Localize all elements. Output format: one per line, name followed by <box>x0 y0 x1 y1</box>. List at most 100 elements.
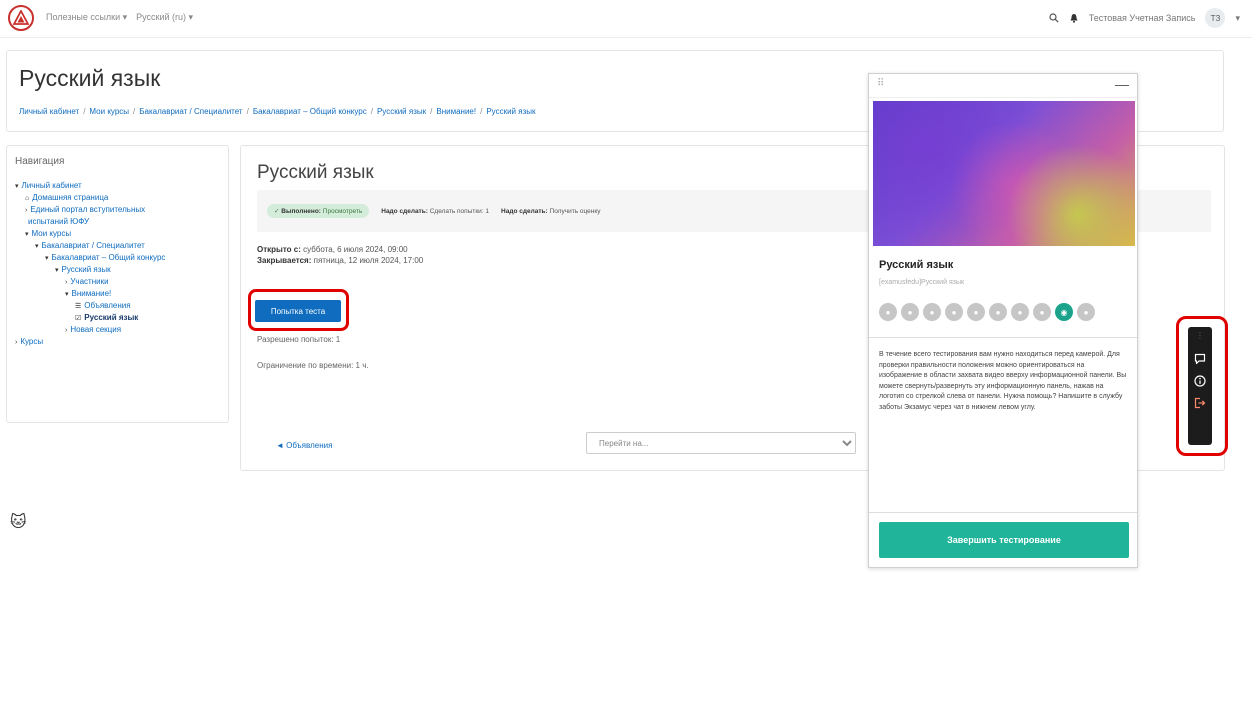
verification-steps: ● ● ● ● ● ● ● ● ◉ ● <box>879 303 1095 321</box>
nav-item[interactable]: › Новая секция <box>15 324 165 336</box>
nav-item-label: Внимание! <box>71 289 112 298</box>
previous-activity-link[interactable]: ◄ Объявления <box>276 441 332 450</box>
chevron-icon: ▾ <box>15 183 19 190</box>
nav-item[interactable]: › Курсы <box>15 336 165 348</box>
top-navbar: Полезные ссылки ▾ Русский (ru) ▾ Тестова… <box>0 0 1252 38</box>
closes-value: пятница, 12 июля 2024, 17:00 <box>313 256 424 265</box>
nav-item[interactable]: ▾ Русский язык <box>15 264 165 276</box>
breadcrumb-item[interactable]: Русский язык <box>377 107 426 116</box>
breadcrumb-separator: / <box>370 107 373 116</box>
time-limit: Ограничение по времени: 1 ч. <box>257 361 369 370</box>
completion-done-badge: ✓ Выполнено: Просмотреть <box>267 204 370 218</box>
opened-value: суббота, 6 июля 2024, 09:00 <box>303 245 408 254</box>
breadcrumb: Личный кабинет / Мои курсы / Бакалавриат / С… <box>19 107 535 116</box>
camera-preview <box>873 101 1135 246</box>
nav-item-label: Мои курсы <box>31 229 72 238</box>
nav-item-label: Личный кабинет <box>21 181 82 190</box>
chevron-icon: ▾ <box>25 231 29 238</box>
nav-item-label: Бакалавриат / Специалитет <box>41 241 145 250</box>
search-icon[interactable] <box>1049 13 1059 23</box>
nav-item[interactable]: ▾ Бакалавриат – Общий конкурс <box>15 252 165 264</box>
nav-item[interactable]: ▾ Личный кабинет <box>15 180 165 192</box>
chevron-icon: › <box>65 279 68 286</box>
breadcrumb-item[interactable]: Русский язык <box>486 107 535 116</box>
home-icon: ⌂ <box>25 195 30 202</box>
breadcrumb-item[interactable]: Бакалавриат / Специалитет <box>139 107 242 116</box>
breadcrumb-item[interactable]: Внимание! <box>436 107 476 116</box>
chat-icon[interactable] <box>1191 348 1209 370</box>
completion-todo-2-value: Получить оценку <box>549 207 601 215</box>
bell-icon[interactable] <box>1069 13 1079 23</box>
chevron-icon: ▾ <box>35 243 39 250</box>
proctoring-panel-header: ⠿ — <box>869 74 1137 98</box>
breadcrumb-separator: / <box>133 107 136 116</box>
proctoring-panel: ⠿ — Русский язык [examusfedu]Русский язы… <box>868 73 1138 568</box>
info-icon[interactable] <box>1191 370 1209 392</box>
breadcrumb-item[interactable]: Бакалавриат – Общий конкурс <box>253 107 367 116</box>
nav-item-label: Объявления <box>84 301 131 310</box>
drag-handle-icon[interactable]: ⠿ <box>877 78 884 89</box>
breadcrumb-item[interactable]: Мои курсы <box>89 107 129 116</box>
breadcrumb-separator: / <box>480 107 483 116</box>
navigation-title: Навигация <box>15 156 65 167</box>
chevron-icon: ▾ <box>65 291 69 298</box>
nav-item-label: Новая секция <box>70 325 122 334</box>
completion-todo-2: Надо сделать: Получить оценку <box>501 208 600 215</box>
logo-icon <box>13 10 29 25</box>
nav-item[interactable]: ⌂ Домашняя страница <box>15 192 165 204</box>
useful-links-label: Полезные ссылки <box>46 12 121 22</box>
exit-icon[interactable] <box>1191 392 1209 414</box>
verification-step-icon: ● <box>923 303 941 321</box>
chat-widget-icon[interactable]: 🐱 <box>10 512 27 532</box>
navigation-tree: ▾ Личный кабинет ⌂ Домашняя страница › Единый… <box>15 180 165 348</box>
nav-item[interactable]: › Единый портал вступительных <box>15 204 165 216</box>
attempts-allowed: Разрешено попыток: 1 <box>257 335 341 344</box>
breadcrumb-item[interactable]: Личный кабинет <box>19 107 79 116</box>
jump-to-select[interactable]: Перейти на... <box>586 432 856 454</box>
breadcrumb-separator: / <box>83 107 86 116</box>
attempt-quiz-button[interactable]: Попытка теста <box>255 300 341 322</box>
chevron-icon: › <box>15 339 18 346</box>
completion-done-label: Выполнено: <box>281 208 321 215</box>
site-logo[interactable] <box>8 5 34 31</box>
opened-label: Открыто с: <box>257 245 301 254</box>
useful-links-menu[interactable]: Полезные ссылки ▾ <box>46 12 127 23</box>
verification-step-icon: ● <box>1033 303 1051 321</box>
nav-item[interactable]: ☰ Объявления <box>15 300 165 312</box>
user-name[interactable]: Тестовая Учетная Запись <box>1089 13 1196 23</box>
completion-todo-1: Надо сделать: Сделать попытки: 1 <box>381 208 489 215</box>
page-title: Русский язык <box>19 65 161 91</box>
finish-testing-button[interactable]: Завершить тестирование <box>879 522 1129 558</box>
completion-done-value: Просмотреть <box>322 208 363 215</box>
divider <box>869 512 1137 513</box>
proctoring-exam-subtitle: [examusfedu]Русский язык <box>879 279 965 286</box>
avatar[interactable]: ТЗ <box>1205 8 1226 28</box>
completion-todo-1-value: Сделать попытки: 1 <box>429 207 490 215</box>
navigation-block: Навигация ▾ Личный кабинет ⌂ Домашняя стран… <box>6 145 229 423</box>
verification-step-icon: ● <box>879 303 897 321</box>
verification-step-icon: ● <box>967 303 985 321</box>
chevron-down-icon[interactable]: ▾ <box>1235 13 1240 24</box>
verification-step-icon: ● <box>1077 303 1095 321</box>
toolbar-drag-handle-icon[interactable]: ⋮ <box>1196 331 1204 340</box>
nav-item[interactable]: ▾ Бакалавриат / Специалитет <box>15 240 165 252</box>
user-area: Тестовая Учетная Запись ТЗ ▾ <box>1049 8 1240 28</box>
proctoring-instructions: В течение всего тестирования вам нужно н… <box>879 351 1127 411</box>
chevron-icon: › <box>65 327 68 334</box>
nav-item-label: Русский язык <box>84 313 139 322</box>
minimize-icon[interactable]: — <box>1115 76 1129 92</box>
completion-todo-2-label: Надо сделать: <box>501 207 548 215</box>
chevron-icon: ▾ <box>45 255 49 262</box>
language-menu[interactable]: Русский (ru) ▾ <box>136 12 193 23</box>
quiz-dates: Открыто с: суббота, 6 июля 2024, 09:00 З… <box>257 244 423 266</box>
nav-item-label: Участники <box>70 277 109 286</box>
nav-item[interactable]: ☑ Русский язык <box>15 312 165 324</box>
nav-item[interactable]: испытаний ЮФУ <box>15 216 165 228</box>
chevron-icon: ▾ <box>55 267 59 274</box>
proctoring-side-toolbar: ⋮ <box>1188 327 1212 445</box>
nav-item[interactable]: ▾ Внимание! <box>15 288 165 300</box>
check-icon: ✓ <box>274 208 280 215</box>
nav-item[interactable]: › Участники <box>15 276 165 288</box>
verification-step-icon: ● <box>901 303 919 321</box>
nav-item[interactable]: ▾ Мои курсы <box>15 228 165 240</box>
